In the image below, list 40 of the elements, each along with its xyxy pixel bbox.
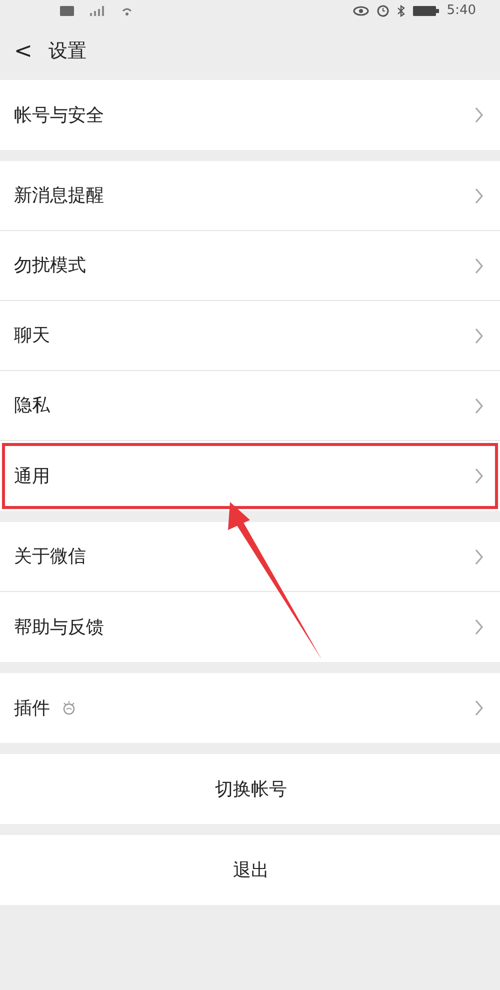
row-label: 勿扰模式	[14, 254, 86, 278]
row-label: 隐私	[14, 394, 50, 418]
settings-row[interactable]: 帐号与安全	[0, 80, 500, 150]
wifi-icon	[120, 6, 134, 16]
chevron-icon	[474, 468, 484, 484]
settings-row[interactable]: 聊天	[0, 301, 500, 371]
chevron-icon	[474, 398, 484, 414]
row-label: 退出	[233, 858, 269, 882]
settings-row[interactable]: 插件	[0, 673, 500, 743]
chevron-icon	[474, 107, 484, 123]
image-icon	[60, 6, 74, 16]
settings-row[interactable]: 勿扰模式	[0, 231, 500, 301]
row-label: 帐号与安全	[14, 104, 104, 128]
settings-row[interactable]: 通用	[0, 441, 500, 511]
row-label: 新消息提醒	[14, 184, 104, 208]
chevron-icon	[474, 328, 484, 344]
row-label: 帮助与反馈	[14, 616, 104, 640]
settings-row[interactable]: 隐私	[0, 371, 500, 441]
chevron-icon	[474, 548, 484, 564]
bluetooth-icon	[396, 5, 405, 17]
row-label: 切换帐号	[215, 778, 287, 802]
row-label: 关于微信	[14, 545, 86, 569]
chevron-icon	[474, 619, 484, 635]
chevron-icon	[474, 188, 484, 204]
chevron-icon	[474, 700, 484, 716]
page-title: 设置	[48, 38, 86, 64]
settings-row[interactable]: 切换帐号	[0, 754, 500, 824]
row-label: 通用	[14, 464, 50, 488]
row-label: 聊天	[14, 324, 50, 348]
signal-icon	[90, 6, 104, 16]
settings-row[interactable]: 新消息提醒	[0, 161, 500, 231]
back-button[interactable]: <	[14, 34, 32, 68]
battery-icon	[412, 5, 439, 17]
clock-icon	[376, 5, 389, 17]
settings-row[interactable]: 帮助与反馈	[0, 592, 500, 662]
status-time: 5:40	[446, 4, 476, 18]
chevron-icon	[474, 258, 484, 274]
eye-icon	[352, 6, 369, 16]
row-label: 插件	[14, 696, 50, 720]
settings-row[interactable]: 退出	[0, 835, 500, 905]
